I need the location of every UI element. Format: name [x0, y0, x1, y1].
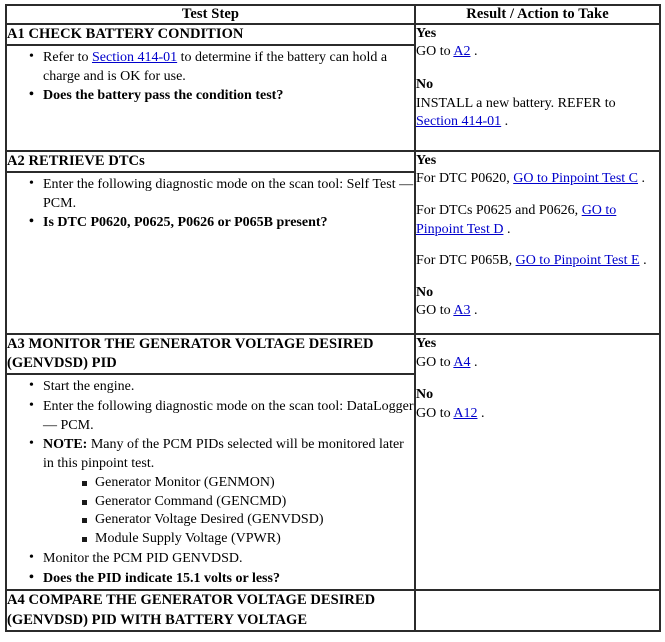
result-no-action-a2: GO to A3 .: [416, 302, 659, 321]
note-text-a3: Many of the PCM PIDs selected will be mo…: [43, 437, 404, 472]
document-page: Test Step Result / Action to Take A1 CHE…: [0, 0, 665, 632]
result-no-action-a1: INSTALL a new battery. REFER to Section …: [416, 95, 659, 132]
link-a3[interactable]: A3: [453, 303, 470, 318]
result-line-2-suffix-a2: .: [503, 221, 511, 237]
result-no-label-a1: No: [416, 76, 434, 92]
step-body-a1: Refer to Section 414-01 to determine if …: [5, 43, 416, 152]
result-yes-action-a1: GO to A2 .: [416, 43, 659, 62]
result-line-3-suffix-a2: .: [639, 253, 647, 269]
step-title-a4: A4 COMPARE THE GENERATOR VOLTAGE DESIRED…: [5, 589, 416, 632]
result-no-prefix-a3: GO to: [416, 405, 454, 421]
step-title-row-a3: A3 MONITOR THE GENERATOR VOLTAGE DESIRED…: [5, 332, 661, 592]
step-title-row-a4: A4 COMPARE THE GENERATOR VOLTAGE DESIRED…: [5, 589, 661, 632]
result-line-1-suffix-a2: .: [638, 171, 646, 187]
list-item: NOTE: Many of the PCM PIDs selected will…: [29, 435, 414, 549]
result-line-2-a2: For DTCs P0625 and P0626, GO to Pinpoint…: [416, 202, 659, 239]
result-no-prefix-a2: GO to: [416, 303, 454, 319]
list-item: Generator Command (GENCMD): [81, 493, 414, 512]
step-bullet-list-a1: Refer to Section 414-01 to determine if …: [7, 48, 414, 106]
result-yes-label-a3: Yes: [416, 335, 437, 351]
note-label-a3: NOTE:: [43, 437, 88, 453]
bullet-a1-1-prefix: Refer to: [43, 49, 92, 65]
pinpoint-test-table: Test Step Result / Action to Take A1 CHE…: [5, 4, 661, 632]
list-item: Enter the following diagnostic mode on t…: [29, 175, 414, 214]
link-section-414-01[interactable]: Section 414-01: [92, 50, 177, 65]
list-item: Start the engine.: [29, 377, 414, 397]
list-item: Monitor the PCM PID GENVDSD.: [29, 549, 414, 569]
list-item: Enter the following diagnostic mode on t…: [29, 397, 414, 436]
result-line-3-prefix-a2: For DTC P065B,: [416, 253, 516, 269]
step-bullet-list-a2: Enter the following diagnostic mode on t…: [7, 175, 414, 233]
result-no-label-a3: No: [416, 387, 434, 403]
step-title-a1: A1 CHECK BATTERY CONDITION: [5, 22, 416, 46]
list-item: Generator Voltage Desired (GENVDSD): [81, 511, 414, 530]
result-cell-a3: Yes GO to A4 . No GO to A12 .: [414, 332, 661, 592]
step-sub-bullet-list-a3: Generator Monitor (GENMON) Generator Com…: [43, 474, 414, 549]
result-yes-prefix-a3: GO to: [416, 354, 454, 370]
list-item: Does the PID indicate 15.1 volts or less…: [29, 569, 414, 589]
result-no-suffix-a2: .: [470, 303, 478, 319]
table-header-row: Test Step Result / Action to Take: [5, 4, 661, 25]
list-item: Module Supply Voltage (VPWR): [81, 530, 414, 549]
result-no-label-a2: No: [416, 284, 434, 300]
list-item: Refer to Section 414-01 to determine if …: [29, 48, 414, 87]
result-cell-a2: Yes For DTC P0620, GO to Pinpoint Test C…: [414, 149, 661, 335]
result-line-3-a2: For DTC P065B, GO to Pinpoint Test E .: [416, 252, 659, 271]
step-body-a2: Enter the following diagnostic mode on t…: [5, 170, 416, 335]
link-a4[interactable]: A4: [453, 355, 470, 370]
link-a2[interactable]: A2: [453, 44, 470, 59]
result-cell-a1: Yes GO to A2 . No INSTALL a new battery.…: [414, 22, 661, 152]
result-line-2-prefix-a2: For DTCs P0625 and P0626,: [416, 203, 582, 219]
list-item: Is DTC P0620, P0625, P0626 or P065B pres…: [29, 213, 414, 233]
link-section-414-01-result[interactable]: Section 414-01: [416, 114, 501, 129]
link-pinpoint-test-c[interactable]: GO to Pinpoint Test C: [513, 171, 638, 186]
result-yes-suffix-a3: .: [470, 354, 478, 370]
result-line-1-prefix-a2: For DTC P0620,: [416, 171, 514, 187]
list-item: Does the battery pass the condition test…: [29, 86, 414, 106]
list-item: Generator Monitor (GENMON): [81, 474, 414, 493]
step-title-row-a2: A2 RETRIEVE DTCs Yes For DTC P0620, GO t…: [5, 149, 661, 335]
result-line-1-a2: For DTC P0620, GO to Pinpoint Test C .: [416, 170, 659, 189]
result-no-action-a3: GO to A12 .: [416, 405, 659, 424]
column-header-result-action: Result / Action to Take: [414, 4, 661, 25]
result-yes-label-a2: Yes: [416, 152, 437, 168]
result-no-suffix-a3: .: [477, 405, 485, 421]
link-pinpoint-test-e[interactable]: GO to Pinpoint Test E: [516, 253, 640, 268]
step-title-row-a1: A1 CHECK BATTERY CONDITION Yes GO to A2 …: [5, 22, 661, 152]
step-body-a3: Start the engine. Enter the following di…: [5, 373, 416, 592]
step-title-a3: A3 MONITOR THE GENERATOR VOLTAGE DESIRED…: [5, 332, 416, 376]
result-no-prefix-a1: INSTALL a new battery. REFER to: [416, 95, 616, 111]
result-cell-a4: [414, 589, 661, 632]
result-yes-action-a3: GO to A4 .: [416, 354, 659, 373]
result-no-suffix-a1: .: [501, 114, 509, 130]
link-a12[interactable]: A12: [453, 406, 477, 421]
result-yes-prefix-a1: GO to: [416, 44, 454, 60]
column-header-test-step: Test Step: [5, 4, 416, 25]
step-bullet-list-a3: Start the engine. Enter the following di…: [7, 377, 414, 589]
result-yes-label-a1: Yes: [416, 25, 437, 41]
result-yes-suffix-a1: .: [470, 44, 478, 60]
step-title-a2: A2 RETRIEVE DTCs: [5, 149, 416, 173]
